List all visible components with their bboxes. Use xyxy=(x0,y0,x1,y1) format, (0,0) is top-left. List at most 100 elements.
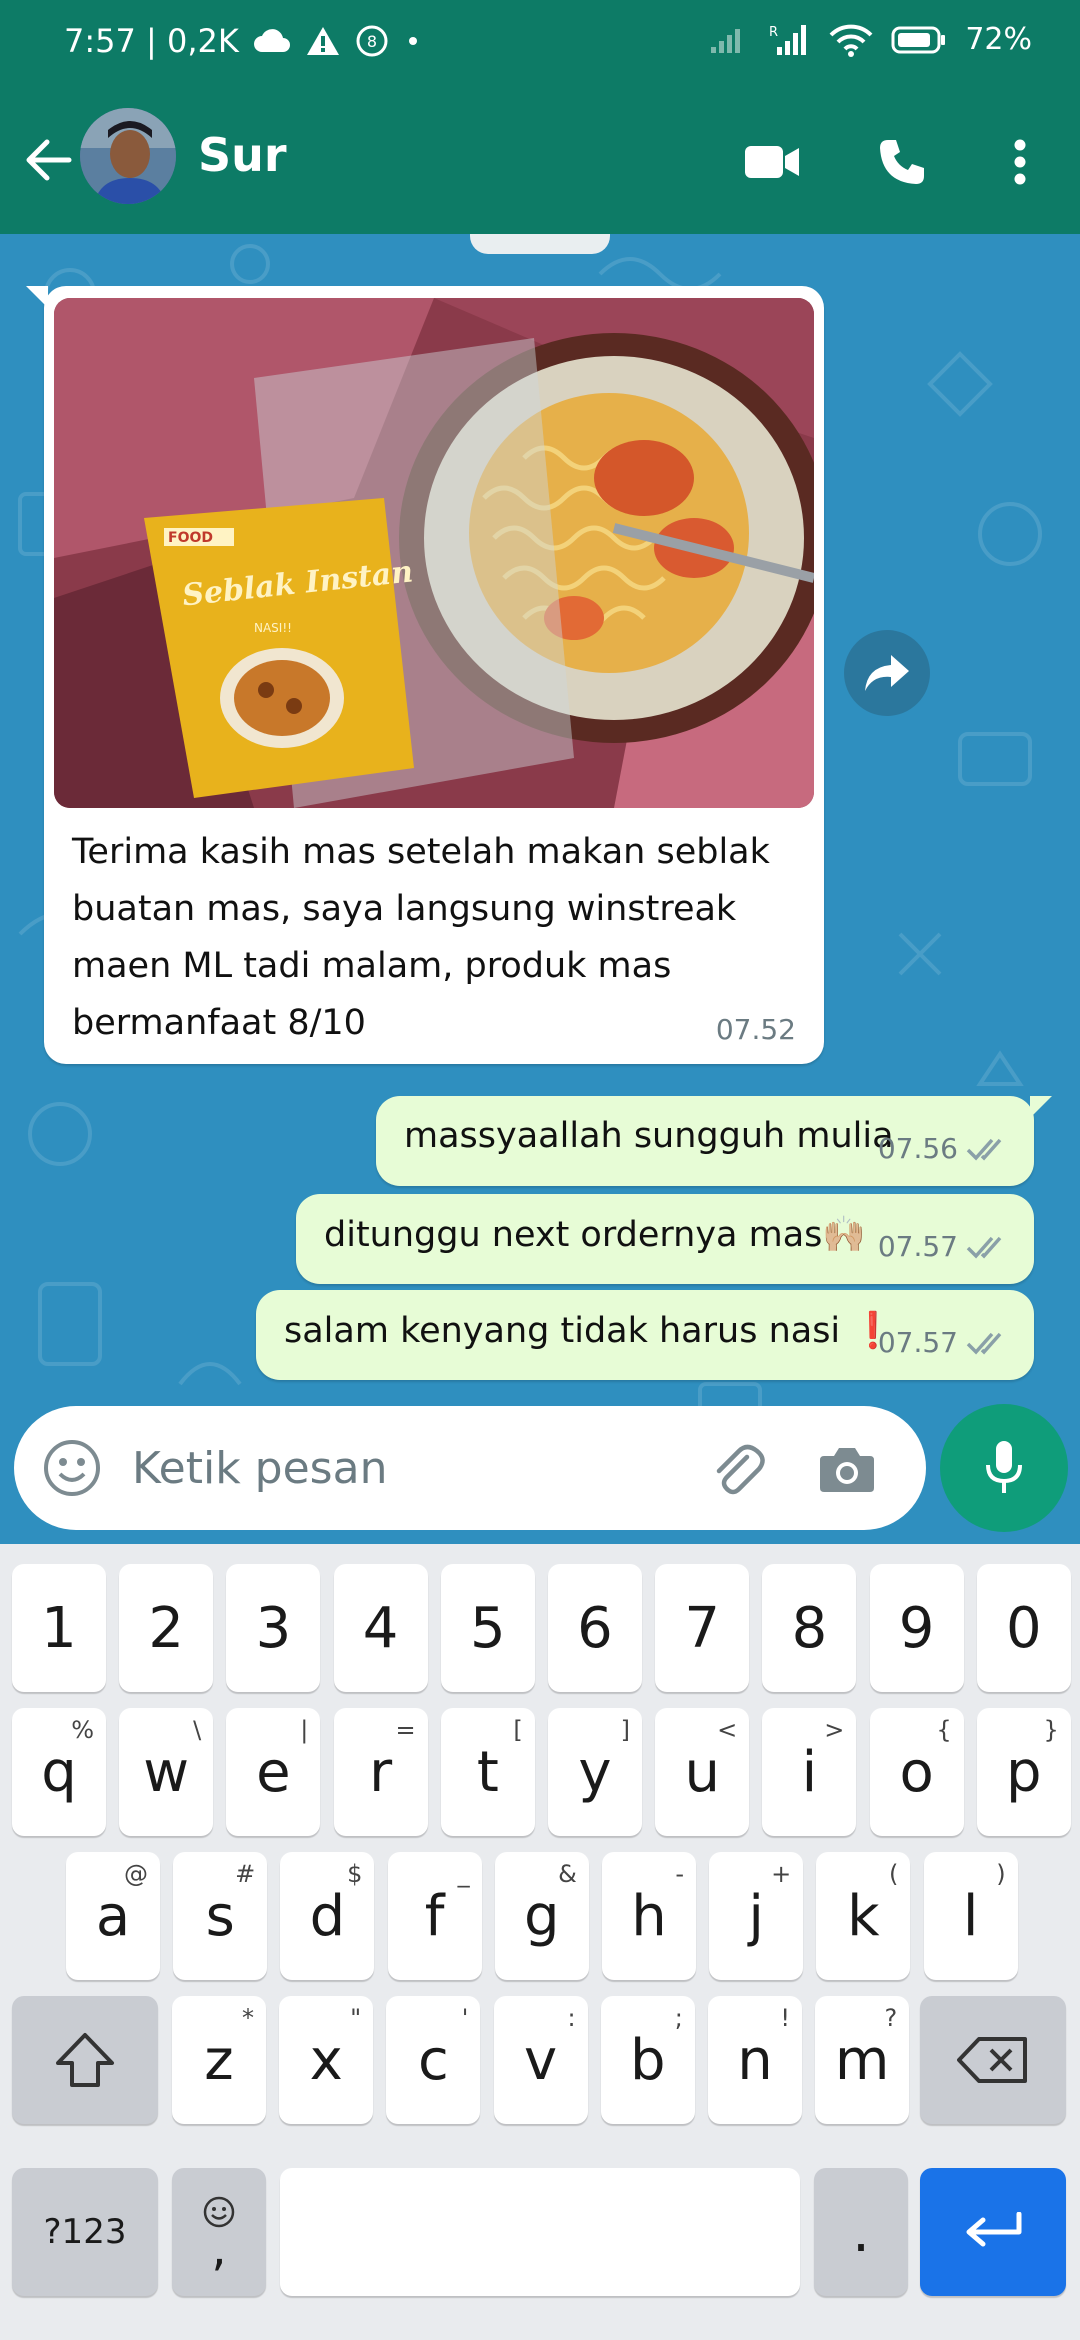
attach-button[interactable] xyxy=(704,1436,770,1502)
key-5[interactable]: 5 xyxy=(440,1564,535,1692)
key-v[interactable]: v: xyxy=(493,1996,588,2124)
space-key[interactable] xyxy=(280,2168,800,2296)
comma-emoji-key[interactable]: , xyxy=(172,2168,266,2296)
key-label: v xyxy=(524,2027,558,2093)
outgoing-message[interactable]: salam kenyang tidak harus nasi ❗ 07.57 xyxy=(256,1290,1034,1380)
key-label: i xyxy=(801,1739,818,1805)
forward-button[interactable] xyxy=(844,630,930,716)
key-2[interactable]: 2 xyxy=(119,1564,214,1692)
period-key[interactable]: . xyxy=(814,2168,908,2296)
comma-label: , xyxy=(211,2221,227,2277)
key-label: g xyxy=(524,1883,560,1949)
key-w[interactable]: w \ xyxy=(119,1708,214,1836)
key-secondary-label: = xyxy=(395,1716,416,1744)
video-call-icon xyxy=(745,146,799,178)
key-b[interactable]: b; xyxy=(600,1996,695,2124)
outgoing-message-time: 07.57 xyxy=(877,1326,958,1359)
key-secondary-label: ] xyxy=(620,1716,630,1744)
key-3[interactable]: 3 xyxy=(226,1564,321,1692)
key-m[interactable]: m? xyxy=(815,1996,910,2124)
incoming-message[interactable]: FOOD Seblak Instan NASI!! Terima kasih m… xyxy=(26,286,824,1064)
backspace-key[interactable] xyxy=(920,1996,1066,2124)
key-secondary-label: + xyxy=(771,1860,792,1888)
outgoing-message-text: salam kenyang tidak harus nasi ❗ xyxy=(284,1311,895,1351)
key-6[interactable]: 6 xyxy=(548,1564,642,1692)
key-p[interactable]: p} xyxy=(976,1708,1071,1836)
voice-record-button[interactable] xyxy=(940,1404,1068,1532)
key-c[interactable]: c ' xyxy=(386,1996,481,2124)
key-d[interactable]: d $ xyxy=(280,1852,375,1980)
key-h[interactable]: h- xyxy=(602,1852,696,1980)
photo-seblak-noodles: FOOD Seblak Instan NASI!! xyxy=(54,298,814,808)
key-label: 9 xyxy=(898,1595,935,1661)
status-bar: 7:57 | 0,2K 8 R 72% xyxy=(0,0,1080,90)
chat-header: Sur xyxy=(0,90,1080,234)
key-9[interactable]: 9 xyxy=(869,1564,964,1692)
key-n[interactable]: n! xyxy=(708,1996,802,2124)
data-saver-icon: 8 xyxy=(355,24,389,58)
back-button[interactable] xyxy=(16,128,80,192)
enter-arrow-icon xyxy=(966,2212,1022,2247)
message-photo[interactable]: FOOD Seblak Instan NASI!! xyxy=(54,298,814,808)
chat-area[interactable]: FOOD Seblak Instan NASI!! Terima kasih m… xyxy=(0,234,1080,1544)
key-i[interactable]: i > xyxy=(762,1708,857,1836)
key-label: d xyxy=(309,1883,346,1949)
key-label: t xyxy=(476,1739,499,1805)
contact-name[interactable]: Sur xyxy=(198,128,287,182)
key-k[interactable]: k( xyxy=(816,1852,911,1980)
more-options-button[interactable] xyxy=(982,124,1058,200)
key-a[interactable]: a @ xyxy=(66,1852,160,1980)
svg-text:8: 8 xyxy=(367,32,377,51)
key-label: o xyxy=(899,1739,934,1805)
key-secondary-label: * xyxy=(242,2004,254,2032)
key-o[interactable]: o{ xyxy=(869,1708,964,1836)
key-0[interactable]: 0 xyxy=(976,1564,1071,1692)
incoming-message-time: 07.52 xyxy=(715,1013,796,1046)
message-composer xyxy=(14,1406,926,1530)
contact-avatar[interactable] xyxy=(80,108,176,204)
key-y[interactable]: y] xyxy=(548,1708,642,1836)
key-q[interactable]: q% xyxy=(12,1708,106,1836)
key-x[interactable]: x " xyxy=(279,1996,374,2124)
key-z[interactable]: z * xyxy=(172,1996,266,2124)
key-secondary-label: \ xyxy=(193,1716,202,1744)
key-j[interactable]: j + xyxy=(709,1852,804,1980)
key-s[interactable]: s # xyxy=(173,1852,268,1980)
key-label: y xyxy=(578,1739,612,1805)
key-t[interactable]: t[ xyxy=(440,1708,535,1836)
key-4[interactable]: 4 xyxy=(333,1564,428,1692)
symbols-key[interactable]: ?123 xyxy=(12,2168,158,2296)
key-label: z xyxy=(204,2027,234,2093)
camera-button[interactable] xyxy=(814,1436,880,1502)
key-secondary-label: ? xyxy=(884,2004,898,2032)
emoji-button[interactable] xyxy=(40,1436,104,1500)
package-brand: FOOD xyxy=(168,530,213,546)
shift-key[interactable] xyxy=(12,1996,158,2124)
outgoing-message[interactable]: ditunggu next ordernya mas🙌🏼 07.57 xyxy=(296,1194,1034,1284)
key-1[interactable]: 1 xyxy=(12,1564,106,1692)
key-secondary-label: [ xyxy=(513,1716,523,1744)
key-8[interactable]: 8 xyxy=(762,1564,857,1692)
key-label: 8 xyxy=(791,1595,828,1661)
key-f[interactable]: f _ xyxy=(387,1852,482,1980)
key-7[interactable]: 7 xyxy=(655,1564,750,1692)
incoming-message-text: Terima kasih mas setelah makan seblak bu… xyxy=(72,832,770,1043)
enter-key[interactable] xyxy=(920,2168,1066,2296)
voice-call-button[interactable] xyxy=(864,124,940,200)
key-g[interactable]: g & xyxy=(494,1852,589,1980)
key-r[interactable]: r = xyxy=(333,1708,428,1836)
outgoing-message[interactable]: massyaallah sungguh mulia 07.56 xyxy=(376,1096,1052,1186)
status-left: 7:57 | 0,2K 8 xyxy=(64,22,423,60)
key-e[interactable]: e | xyxy=(226,1708,321,1836)
key-secondary-label: @ xyxy=(124,1860,148,1888)
key-label: h xyxy=(631,1883,667,1949)
outgoing-message-meta: 07.57 xyxy=(878,1230,1010,1263)
key-u[interactable]: u < xyxy=(655,1708,750,1836)
message-input[interactable] xyxy=(132,1436,692,1500)
video-call-button[interactable] xyxy=(734,124,810,200)
avatar-photo xyxy=(80,108,176,204)
key-secondary-label: % xyxy=(71,1716,94,1744)
key-label: 1 xyxy=(41,1595,77,1661)
date-separator xyxy=(470,234,610,254)
key-l[interactable]: l) xyxy=(923,1852,1018,1980)
